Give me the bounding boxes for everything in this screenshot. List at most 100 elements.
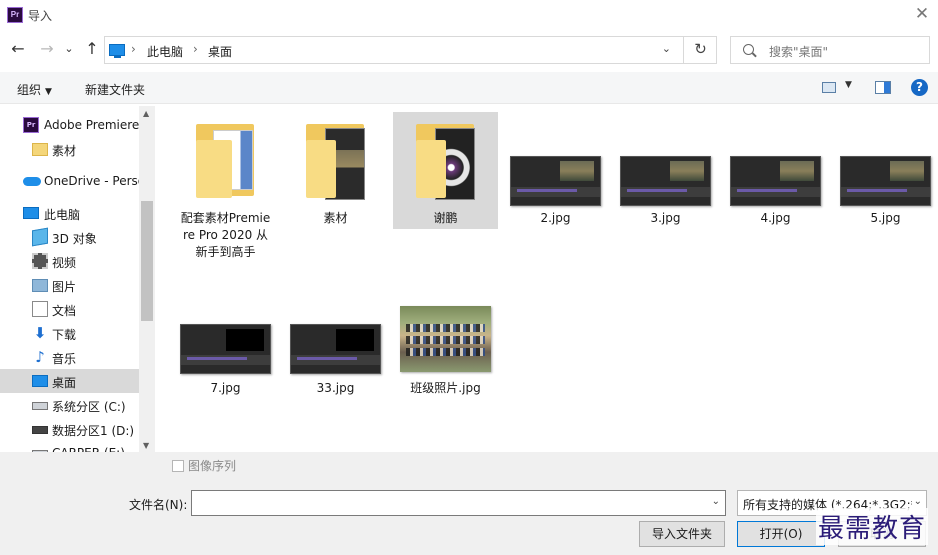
new-folder-button[interactable]: 新建文件夹 bbox=[85, 81, 145, 98]
sidebar-item-label: 桌面 bbox=[52, 376, 77, 390]
image-thumbnail bbox=[180, 324, 271, 374]
sidebar-item[interactable]: ⬇ 下载 bbox=[0, 321, 139, 345]
sidebar-item[interactable]: CARPER (E:) bbox=[0, 441, 139, 452]
sidebar-item-label: 系统分区 (C:) bbox=[52, 400, 126, 414]
sidebar-item-label: 3D 对象 bbox=[52, 232, 97, 246]
filename-label: 文件名(N): bbox=[129, 498, 188, 512]
sidebar-item-label: 视频 bbox=[52, 256, 77, 270]
this-pc-icon bbox=[23, 207, 39, 219]
sidebar-item[interactable]: 文档 bbox=[0, 297, 139, 321]
file-item[interactable]: 4.jpg bbox=[723, 112, 828, 232]
sidebar-item[interactable]: 视频 bbox=[0, 249, 139, 273]
search-box[interactable]: 搜索"桌面" bbox=[730, 36, 930, 64]
refresh-button[interactable]: ↻ bbox=[683, 36, 717, 64]
file-item[interactable]: 班级照片.jpg bbox=[393, 306, 498, 401]
video-icon bbox=[32, 253, 48, 269]
folder-icon bbox=[283, 112, 388, 208]
organize-menu[interactable]: 组织 ▼ bbox=[17, 81, 52, 98]
address-history-dropdown[interactable]: ⌄ bbox=[662, 42, 671, 55]
image-thumbnail bbox=[290, 324, 381, 374]
folder-item[interactable]: 谢鹏 bbox=[393, 112, 498, 229]
sidebar-item[interactable]: Pr Adobe Premiere bbox=[0, 113, 139, 137]
navigation-pane: Pr Adobe Premiere 素材 OneDrive - Perso 此电脑 3D … bbox=[0, 106, 155, 452]
file-name-label: 5.jpg bbox=[870, 211, 901, 225]
sidebar-item[interactable]: 图片 bbox=[0, 273, 139, 297]
file-item[interactable]: 33.jpg bbox=[283, 306, 388, 401]
image-thumbnail bbox=[840, 156, 931, 206]
download-arrow-icon: ⬇ bbox=[33, 324, 47, 342]
sidebar-item[interactable]: ♪ 音乐 bbox=[0, 345, 139, 369]
image-thumbnail bbox=[400, 306, 491, 372]
import-folder-button[interactable]: 导入文件夹 bbox=[639, 521, 725, 547]
file-item[interactable]: 3.jpg bbox=[613, 112, 718, 232]
file-name-label: 2.jpg bbox=[540, 211, 571, 225]
scrollbar-thumb[interactable] bbox=[141, 201, 153, 321]
this-pc-icon bbox=[109, 44, 125, 58]
file-type-dropdown-icon[interactable]: ⌄ bbox=[911, 496, 922, 507]
scroll-down-arrow-icon[interactable]: ▼ bbox=[143, 441, 149, 450]
file-item[interactable]: 2.jpg bbox=[503, 112, 608, 232]
system-drive-icon bbox=[32, 402, 48, 410]
file-name-label: 4.jpg bbox=[760, 211, 791, 225]
sidebar-item-label: 此电脑 bbox=[44, 208, 81, 222]
forward-button[interactable]: → bbox=[37, 39, 57, 59]
sidebar-item-label: OneDrive - Perso bbox=[44, 174, 139, 188]
address-bar[interactable]: › 此电脑 › 桌面 ⌄ bbox=[104, 36, 717, 64]
file-name-label: 33.jpg bbox=[316, 381, 355, 395]
up-folder-button[interactable]: ↑ bbox=[82, 39, 102, 59]
change-view-icon[interactable] bbox=[822, 82, 836, 93]
breadcrumb-this-pc[interactable]: 此电脑 bbox=[147, 43, 183, 60]
music-note-icon: ♪ bbox=[35, 348, 45, 366]
search-icon bbox=[743, 44, 754, 55]
sidebar-item-label: Adobe Premiere bbox=[44, 118, 139, 132]
folder-icon bbox=[173, 112, 278, 208]
recent-locations-button[interactable]: ⌄ bbox=[62, 39, 76, 59]
filename-dropdown-icon[interactable]: ⌄ bbox=[712, 496, 720, 507]
preview-pane-icon[interactable] bbox=[875, 81, 891, 94]
sidebar-item-label: 下载 bbox=[52, 328, 77, 342]
navigation-bar: ← → ⌄ ↑ › 此电脑 › 桌面 ⌄ ↻ 搜索"桌面" bbox=[0, 32, 938, 68]
navigation-pane-scrollbar[interactable]: ▲ ▼ bbox=[139, 106, 155, 452]
sidebar-item[interactable]: 3D 对象 bbox=[0, 225, 139, 249]
file-name-label: 7.jpg bbox=[210, 381, 241, 395]
window-title: 导入 bbox=[28, 9, 53, 23]
file-item[interactable]: 7.jpg bbox=[173, 306, 278, 401]
folder-icon bbox=[32, 143, 48, 156]
watermark-logo: 最需教育 bbox=[816, 508, 929, 545]
filename-input[interactable]: ⌄ bbox=[191, 490, 726, 516]
sidebar-item[interactable]: OneDrive - Perso bbox=[0, 169, 139, 193]
dialog-footer: 图像序列 文件名(N): ⌄ 所有支持的媒体 (*.264;*.3G2;* ⌄ … bbox=[0, 452, 938, 555]
sidebar-item-label: 素材 bbox=[52, 144, 77, 158]
3d-objects-icon bbox=[32, 227, 48, 247]
image-thumbnail bbox=[730, 156, 821, 206]
close-window-button[interactable]: ✕ bbox=[912, 4, 932, 24]
sidebar-item[interactable]: 桌面 bbox=[0, 369, 139, 393]
sidebar-item[interactable]: 系统分区 (C:) bbox=[0, 393, 139, 417]
sidebar-item-label: 数据分区1 (D:) bbox=[52, 424, 135, 438]
breadcrumb-desktop[interactable]: 桌面 bbox=[208, 43, 232, 60]
file-name-label: 3.jpg bbox=[650, 211, 681, 225]
back-button[interactable]: ← bbox=[8, 39, 28, 59]
file-list: 配套素材Premiere Pro 2020 从新手到高手 素材 谢鹏 2.jpg 3.j… bbox=[157, 106, 938, 452]
folder-item[interactable]: 素材 bbox=[283, 112, 388, 232]
documents-icon bbox=[32, 301, 48, 317]
desktop-icon bbox=[32, 375, 48, 387]
view-options-caret-icon[interactable]: ▼ bbox=[845, 80, 852, 90]
open-button[interactable]: 打开(O) bbox=[737, 521, 825, 547]
sidebar-item[interactable]: 此电脑 bbox=[0, 201, 139, 225]
sidebar-item-label: 音乐 bbox=[52, 352, 77, 366]
sidebar-item[interactable]: 数据分区1 (D:) bbox=[0, 417, 139, 441]
file-name-label: 素材 bbox=[323, 211, 348, 225]
breadcrumb-separator: › bbox=[131, 42, 136, 56]
organize-label: 组织 bbox=[17, 83, 42, 97]
image-sequence-label: 图像序列 bbox=[188, 459, 237, 473]
image-thumbnail bbox=[620, 156, 711, 206]
file-item[interactable]: 5.jpg bbox=[833, 112, 938, 232]
help-icon[interactable]: ? bbox=[911, 79, 928, 96]
image-sequence-checkbox[interactable] bbox=[172, 460, 184, 472]
file-name-label: 配套素材Premiere Pro 2020 从新手到高手 bbox=[180, 211, 271, 259]
folder-item[interactable]: 配套素材Premiere Pro 2020 从新手到高手 bbox=[173, 112, 278, 282]
sidebar-item[interactable]: 素材 bbox=[0, 137, 139, 161]
file-name-label: 班级照片.jpg bbox=[410, 381, 481, 395]
scroll-up-arrow-icon[interactable]: ▲ bbox=[143, 109, 149, 118]
